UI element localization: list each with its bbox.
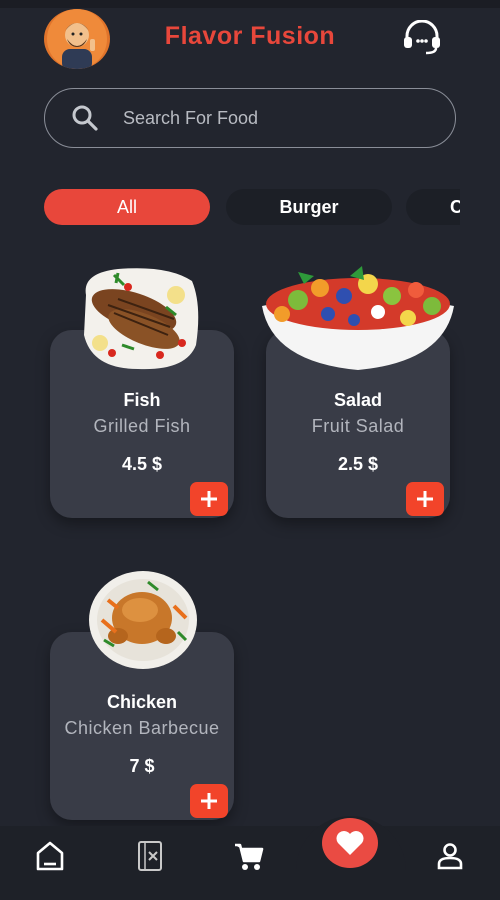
search-input[interactable]	[123, 107, 413, 129]
menu-book-icon[interactable]	[136, 840, 164, 872]
search-bar[interactable]	[44, 88, 456, 148]
profile-icon[interactable]	[436, 842, 464, 870]
food-description: Grilled Fish	[93, 416, 191, 436]
plus-icon	[417, 491, 433, 507]
plus-icon	[201, 491, 217, 507]
search-icon	[72, 105, 98, 131]
category-third[interactable]: C	[406, 189, 460, 225]
headset-support-icon[interactable]	[402, 19, 442, 56]
cart-icon[interactable]	[234, 843, 264, 871]
food-description: Fruit Salad	[311, 416, 405, 436]
roast-chicken-image	[89, 571, 197, 669]
category-all[interactable]: All	[44, 189, 210, 225]
favorites-button[interactable]	[322, 818, 378, 868]
food-name: Fish	[123, 390, 161, 410]
food-name: Salad	[333, 390, 383, 410]
grilled-fish-image	[84, 268, 199, 370]
plus-icon	[201, 793, 217, 809]
home-icon[interactable]	[34, 840, 66, 872]
category-tabs: All Burger C	[44, 189, 460, 225]
heart-icon	[336, 831, 364, 855]
status-bar-strip	[0, 0, 500, 8]
food-name: Chicken	[106, 692, 178, 712]
add-to-cart-button[interactable]	[190, 482, 228, 516]
food-price: 4.5 $	[121, 454, 163, 474]
category-burger[interactable]: Burger	[226, 189, 392, 225]
add-to-cart-button[interactable]	[190, 784, 228, 818]
food-description: Chicken Barbecue	[64, 718, 220, 738]
food-price: 2.5 $	[337, 454, 379, 474]
food-price: 7 $	[129, 756, 155, 776]
add-to-cart-button[interactable]	[406, 482, 444, 516]
fruit-salad-image	[262, 266, 454, 370]
